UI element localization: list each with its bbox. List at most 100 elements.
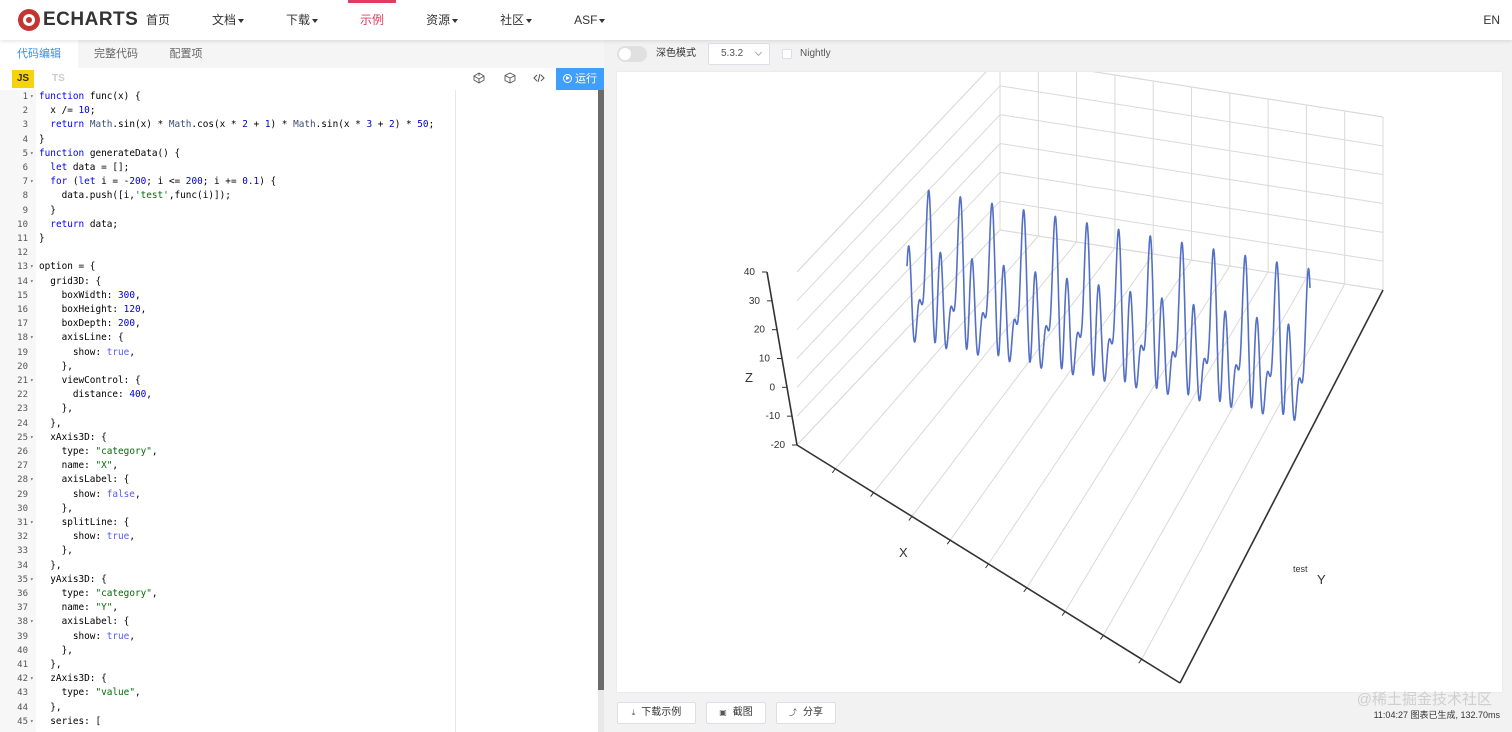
action-button-label: 截图 [732, 707, 753, 718]
code-text: type: "value", [39, 687, 141, 699]
line-number: 34 [17, 560, 28, 571]
code-editor-panel: 代码编辑 完整代码 配置项 JS TS 运行 1 ▾ function func(x) … [0, 40, 604, 732]
fold-arrow-icon[interactable]: ▾ [30, 175, 34, 189]
fold-arrow-icon[interactable]: ▾ [30, 672, 34, 686]
fold-arrow-icon[interactable]: ▾ [30, 90, 34, 104]
code-line: 36 type: "category", [0, 587, 598, 601]
nav-item-1[interactable]: 文档 [212, 0, 245, 40]
code-icon[interactable] [532, 72, 546, 86]
code-text: show: true, [39, 630, 135, 642]
code-text: } [39, 133, 45, 145]
line-number: 45 [17, 716, 28, 727]
code-line: 20 }, [0, 360, 598, 374]
nav-item-3[interactable]: 示例 [348, 0, 397, 40]
editor-tab-2[interactable]: 配置项 [154, 40, 218, 68]
code-line: 29 show: false, [0, 488, 598, 502]
code-line: 4} [0, 133, 598, 147]
nav-item-4[interactable]: 资源 [426, 0, 459, 40]
x-tick [1061, 611, 1066, 616]
fold-arrow-icon[interactable]: ▾ [30, 431, 34, 445]
z-tick-label: 30 [749, 296, 761, 307]
code-text: show: true, [39, 346, 135, 358]
fold-arrow-icon[interactable]: ▾ [30, 615, 34, 629]
dark-mode-toggle[interactable] [617, 46, 647, 62]
line-number: 35 [17, 574, 28, 585]
run-button[interactable]: 运行 [556, 68, 604, 90]
code-editor[interactable]: 1 ▾ function func(x) {2 x /= 10; 3 return M… [0, 90, 598, 732]
fold-arrow-icon[interactable]: ▾ [30, 331, 34, 345]
grid-line [796, 143, 1001, 359]
nav-item-2[interactable]: 下载 [286, 0, 319, 40]
code-line: 12 [0, 246, 598, 260]
fold-arrow-icon[interactable]: ▾ [30, 715, 34, 729]
line-number: 7 [22, 177, 28, 188]
ts-language-button[interactable]: TS [52, 70, 65, 88]
line-number: 42 [17, 674, 28, 685]
logo-text: ECHARTS [43, 9, 139, 30]
y-axis-name: Y [1317, 572, 1326, 587]
version-select[interactable]: 5.3.2 [708, 43, 770, 65]
code-text: return data; [50, 218, 119, 230]
fold-arrow-icon[interactable]: ▾ [30, 275, 34, 289]
chart-3d-line[interactable]: -20 -10 0 10 20 30 40 Z X Ytest [617, 72, 1502, 692]
code-line: 3 return Math.sin(x) * Math.cos(x * 2 + … [0, 118, 598, 132]
line-number: 28 [17, 475, 28, 486]
fold-arrow-icon[interactable]: ▾ [30, 147, 34, 161]
code-text: show: false, [39, 488, 141, 500]
js-language-button[interactable]: JS [12, 70, 34, 88]
grid-line [796, 85, 1001, 302]
line-number: 2 [22, 106, 28, 117]
nav-item-5[interactable]: 社区 [500, 0, 533, 40]
fold-arrow-icon[interactable]: ▾ [30, 516, 34, 530]
code-text: name: "Y", [39, 602, 119, 614]
action-button-2[interactable]: ⤴ 分享 [776, 702, 836, 724]
nav-item-0[interactable]: 首页 [146, 0, 170, 40]
nightly-checkbox[interactable] [782, 49, 792, 59]
code-line: 5 ▾ function generateData() { [0, 147, 598, 161]
line-number: 21 [17, 376, 28, 386]
watermark: @稀土掘金技术社区 [1356, 691, 1492, 708]
code-text: }, [39, 502, 73, 514]
code-text: axisLabel: { [39, 474, 130, 486]
code-text: type: "category", [39, 446, 158, 457]
editor-tab-0[interactable]: 代码编辑 [0, 40, 78, 68]
echarts-logo[interactable]: ECHARTS [18, 8, 138, 32]
x-tick [831, 468, 836, 474]
action-button-1[interactable]: ▣ 截图 [706, 702, 766, 724]
action-button-0[interactable]: ⤓ 下载示例 [617, 702, 696, 724]
y-axis-line [1179, 289, 1384, 684]
fold-arrow-icon[interactable]: ▾ [30, 473, 34, 487]
fold-arrow-icon[interactable]: ▾ [30, 374, 34, 388]
fold-arrow-icon[interactable]: ▾ [30, 260, 34, 274]
line-number: 22 [17, 390, 28, 401]
line-number: 12 [17, 248, 28, 259]
codesandbox-icon[interactable] [503, 72, 517, 86]
line-number: 29 [17, 489, 28, 500]
code-line: 1 ▾ function func(x) { [0, 90, 598, 104]
codepen-icon[interactable] [472, 72, 486, 86]
code-line: 43 type: "value", [0, 686, 598, 700]
code-text: grid3D: { [39, 275, 102, 287]
fold-arrow-icon[interactable]: ▾ [30, 573, 34, 587]
editor-tab-1[interactable]: 完整代码 [78, 40, 154, 68]
top-navbar: ECHARTS 首页 文档 下载 示例 资源 社区 ASF EN [0, 0, 1512, 40]
language-switch[interactable]: EN [1483, 0, 1500, 40]
code-line: 13 ▾ option = { [0, 260, 598, 274]
code-line: 18 ▾ axisLine: { [0, 331, 598, 345]
line-number: 24 [17, 418, 28, 429]
code-text: function generateData() { [39, 147, 181, 159]
code-line: 21 ▾ viewControl: { [0, 374, 598, 388]
nav-item-6[interactable]: ASF [574, 0, 606, 40]
nav-item-label: ASF [574, 13, 598, 27]
chart-container[interactable]: -20 -10 0 10 20 30 40 Z X Ytest [617, 72, 1502, 692]
code-line: 8 data.push([i,'test',func(i)]); [0, 189, 598, 203]
line-number: 40 [17, 645, 28, 656]
code-text: axisLine: { [39, 332, 124, 344]
line-number: 32 [17, 532, 28, 543]
code-line: 27 name: "X", [0, 459, 598, 473]
code-text: }, [39, 545, 73, 557]
z-tick-label: 40 [744, 267, 756, 278]
line-number: 11 [17, 234, 28, 244]
code-text: data.push([i,'test',func(i)]); [39, 190, 231, 202]
code-line: 11} [0, 232, 598, 246]
